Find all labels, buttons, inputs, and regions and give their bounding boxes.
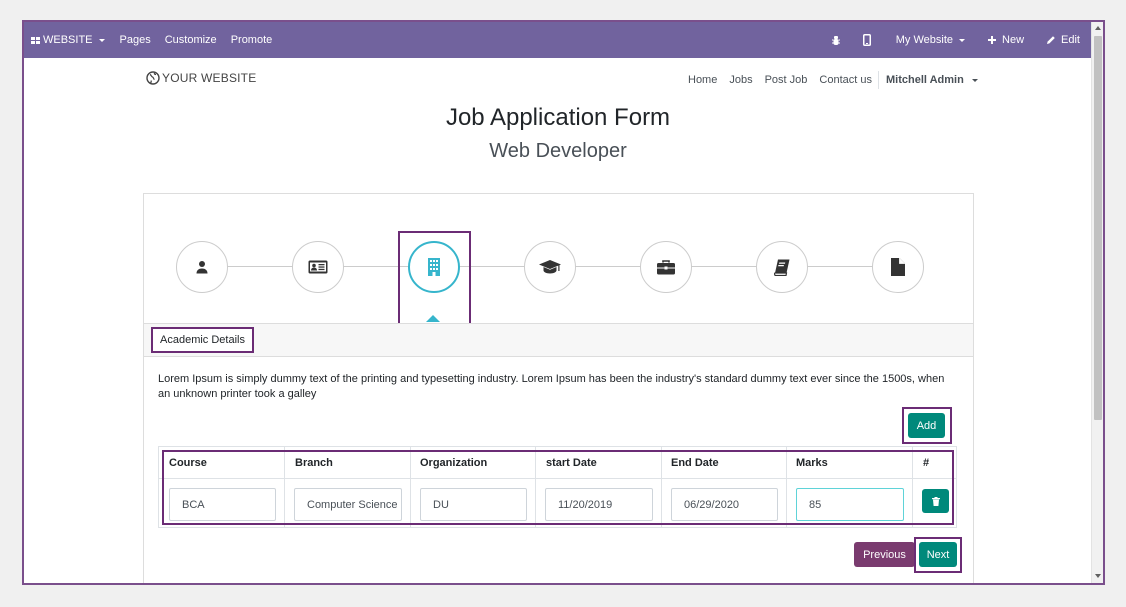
- caret-down-icon: [959, 38, 966, 42]
- new-button[interactable]: New: [979, 22, 1034, 58]
- menu-home[interactable]: Home: [688, 74, 717, 86]
- active-step-pointer: [426, 315, 440, 322]
- previous-button[interactable]: Previous: [854, 542, 915, 567]
- website-switcher-label: My Website: [895, 34, 954, 46]
- vertical-scrollbar[interactable]: [1091, 22, 1103, 583]
- site-menu: Home Jobs Post Job Contact us Mitchell A…: [688, 71, 978, 89]
- mobile-icon: [862, 34, 871, 46]
- step-personal[interactable]: [176, 241, 228, 293]
- table-highlight: [162, 450, 954, 525]
- book-icon: [774, 259, 790, 276]
- section-description: Lorem Ipsum is simply dummy text of the …: [158, 373, 945, 400]
- menu-divider: [878, 71, 879, 89]
- section-title: Academic Details: [151, 327, 254, 353]
- step-documents[interactable]: [872, 241, 924, 293]
- graduation-cap-icon: [539, 260, 561, 274]
- globe-icon: [146, 71, 160, 85]
- wizard-steps: [144, 194, 973, 337]
- page-subtitle: Web Developer: [489, 140, 627, 162]
- scroll-up-icon[interactable]: [1095, 26, 1101, 30]
- step-education[interactable]: [524, 241, 576, 293]
- menu-contact-us[interactable]: Contact us: [819, 74, 872, 86]
- plus-icon: [988, 36, 997, 44]
- site-navbar: YOUR WEBSITE Home Jobs Post Job Contact …: [24, 58, 1092, 98]
- menu-post-job[interactable]: Post Job: [765, 74, 808, 86]
- menu-jobs[interactable]: Jobs: [729, 74, 752, 86]
- admin-topbar: WEBSITE Pages Customize Promote My Websi…: [24, 22, 1092, 58]
- topbar-customize[interactable]: Customize: [158, 22, 224, 58]
- user-menu[interactable]: Mitchell Admin: [886, 74, 978, 86]
- debug-button[interactable]: [822, 22, 850, 58]
- step-skills[interactable]: [756, 241, 808, 293]
- topbar-promote[interactable]: Promote: [224, 22, 280, 58]
- browser-frame: WEBSITE Pages Customize Promote My Websi…: [22, 20, 1105, 585]
- briefcase-icon: [657, 259, 675, 274]
- caret-down-icon: [98, 38, 105, 42]
- website-switcher[interactable]: My Website: [884, 22, 979, 58]
- apps-grid-icon: [31, 36, 40, 44]
- edit-button-label: Edit: [1061, 34, 1080, 46]
- mobile-preview-button[interactable]: [850, 22, 884, 58]
- site-logo[interactable]: YOUR WEBSITE: [146, 71, 256, 85]
- step-experience[interactable]: [640, 241, 692, 293]
- new-button-label: New: [1002, 34, 1025, 46]
- application-form-card: Academic Details Lorem Ipsum is simply d…: [143, 193, 974, 583]
- section-header: Academic Details: [144, 323, 973, 357]
- user-name: Mitchell Admin: [886, 74, 964, 86]
- pencil-icon: [1047, 36, 1055, 44]
- id-card-icon: [308, 260, 328, 274]
- page-title: Job Application Form: [445, 104, 671, 131]
- website-menu[interactable]: WEBSITE: [24, 22, 113, 58]
- next-button[interactable]: Next: [919, 542, 957, 567]
- scroll-down-icon[interactable]: [1095, 574, 1101, 578]
- bug-icon: [831, 35, 840, 45]
- caret-down-icon: [971, 78, 978, 82]
- scrollbar-thumb[interactable]: [1094, 36, 1102, 420]
- add-row-button[interactable]: Add: [908, 413, 945, 438]
- user-icon: [196, 261, 208, 274]
- edit-button[interactable]: Edit: [1034, 22, 1092, 58]
- file-icon: [891, 258, 905, 276]
- step-contact[interactable]: [292, 241, 344, 293]
- site-logo-text: YOUR WEBSITE: [162, 71, 257, 85]
- topbar-pages[interactable]: Pages: [113, 22, 158, 58]
- website-menu-label: WEBSITE: [43, 34, 93, 46]
